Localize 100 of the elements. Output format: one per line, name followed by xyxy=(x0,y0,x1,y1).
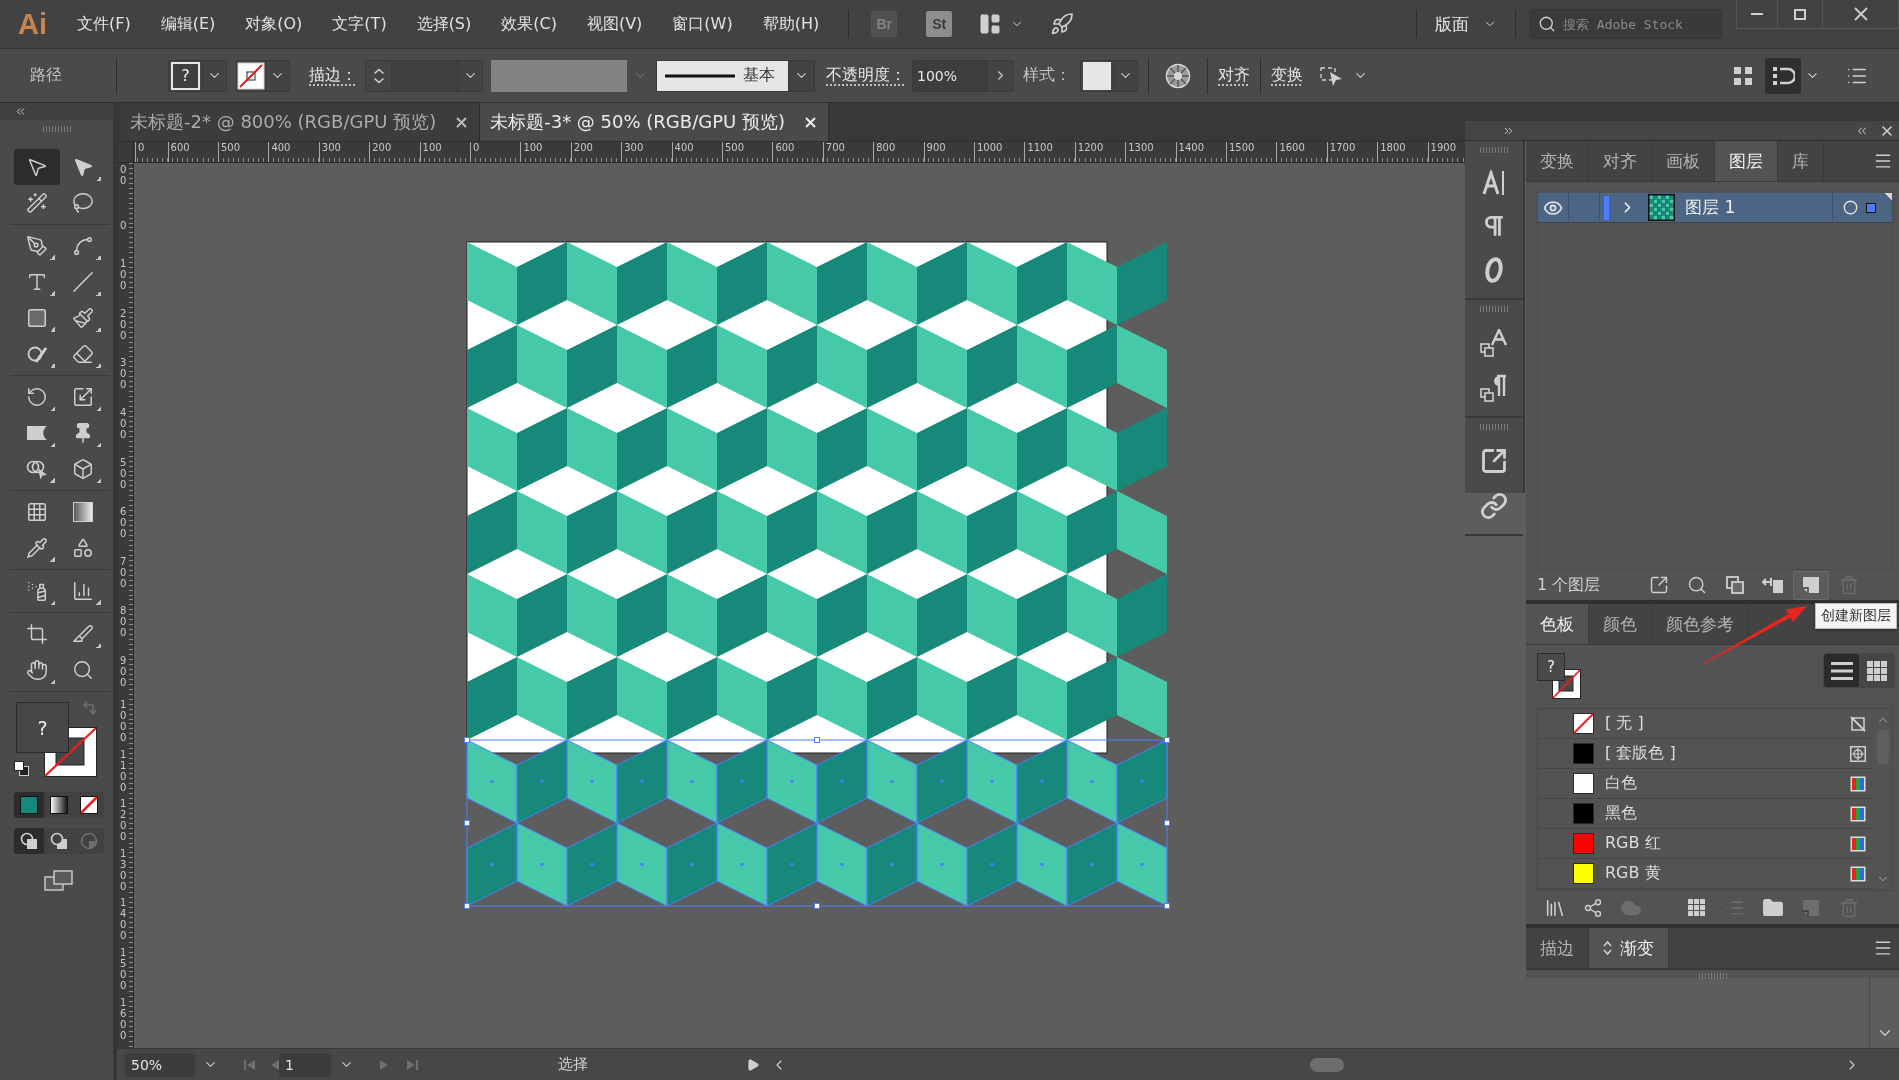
panel-tab[interactable]: 渐变 xyxy=(1589,928,1669,968)
circles-pointer-icon xyxy=(26,458,48,480)
artboard-field[interactable]: 1 xyxy=(279,1052,331,1077)
search-icon xyxy=(1538,15,1556,33)
export-icon xyxy=(1649,575,1669,595)
menu-item[interactable]: 文件(F) xyxy=(62,7,146,41)
panel-tab[interactable]: 变换 xyxy=(1526,141,1589,181)
panel-tab[interactable]: 库 xyxy=(1778,141,1824,181)
ruler-label: 800 xyxy=(873,142,896,162)
crop-marks-icon xyxy=(26,623,48,645)
none-mode-swatch xyxy=(80,796,98,814)
link-icon[interactable] xyxy=(1480,492,1508,520)
lasso-icon xyxy=(72,192,94,214)
spray-can-icon xyxy=(26,580,48,602)
tool-button[interactable] xyxy=(14,149,60,185)
swatch-name[interactable]: [ 套版色 ] xyxy=(1605,743,1676,764)
layer-row[interactable]: 图层 1 xyxy=(1538,193,1892,223)
rectangle-icon xyxy=(26,307,48,329)
swatch-name[interactable]: 白色 xyxy=(1605,773,1637,794)
brush-dropdown[interactable]: 基本 xyxy=(657,60,788,91)
selection-type-label: 路径 xyxy=(30,65,62,86)
menu-item[interactable]: 编辑(E) xyxy=(145,7,231,41)
fill-swatch[interactable]: ? xyxy=(16,702,69,753)
selection-bounding-box[interactable] xyxy=(464,737,1170,909)
document-tab[interactable]: 未标题-3* @ 50% (RGB/GPU 预览) xyxy=(480,103,829,141)
view-button[interactable] xyxy=(1824,654,1859,687)
menu-item[interactable]: 窗口(W) xyxy=(657,7,748,41)
rocket-icon[interactable] xyxy=(1050,12,1075,36)
align-link[interactable]: 对齐 xyxy=(1218,65,1250,86)
draw-behind-icon xyxy=(50,832,68,850)
document-tab[interactable]: 未标题-2* @ 800% (RGB/GPU 预览) xyxy=(120,103,481,141)
swatch-name[interactable]: RGB 黄 xyxy=(1605,863,1661,884)
fill-swatch[interactable]: ? xyxy=(171,61,200,90)
new-page-icon xyxy=(1802,576,1820,594)
up-down-arrows-icon[interactable] xyxy=(1603,940,1612,956)
swatch-name[interactable]: 黑色 xyxy=(1605,803,1637,824)
width-profile-field[interactable] xyxy=(491,59,627,92)
swatch-name[interactable]: RGB 红 xyxy=(1605,833,1661,854)
panel-tab[interactable]: 图层 xyxy=(1715,141,1778,181)
stroke-link[interactable]: 描边： xyxy=(309,65,357,86)
ruler-label: 00 xyxy=(120,164,128,187)
collapse-icon[interactable] xyxy=(14,105,27,118)
grid-squares-icon[interactable] xyxy=(1733,65,1753,86)
stepper-button[interactable] xyxy=(366,60,392,91)
italic-o-icon[interactable] xyxy=(1483,256,1505,284)
menu-item[interactable]: 帮助(H) xyxy=(747,7,835,41)
panel-tab[interactable]: 色板 xyxy=(1526,604,1589,644)
squares-pilcrow-icon[interactable] xyxy=(1480,374,1508,402)
selection-square-icon[interactable] xyxy=(1866,202,1876,213)
scrollbar-thumb[interactable] xyxy=(1310,1057,1344,1072)
transform-link[interactable]: 变换 xyxy=(1271,65,1303,86)
ruler-label: 0 xyxy=(135,142,145,162)
knife-icon xyxy=(72,623,94,645)
menu-item[interactable]: 选择(S) xyxy=(401,7,487,41)
spline-icon xyxy=(72,235,94,257)
ruler-label: 0 xyxy=(120,219,128,231)
toolbar-toggle-button[interactable] xyxy=(1765,57,1801,94)
ruler-label: 1500 xyxy=(1226,142,1255,162)
opacity-link[interactable]: 不透明度： xyxy=(826,65,906,86)
menu-item[interactable]: 文字(T) xyxy=(317,7,402,41)
target-circle-icon[interactable] xyxy=(1843,200,1858,215)
color-mode-button[interactable] xyxy=(14,792,44,818)
close-icon[interactable] xyxy=(456,116,468,128)
grip-handle[interactable] xyxy=(1698,973,1727,979)
workspace-switcher[interactable]: 版面 xyxy=(1431,8,1501,40)
search-field[interactable]: 搜索 Adobe Stock xyxy=(1530,9,1722,39)
panel-tab[interactable]: 对齐 xyxy=(1589,141,1652,181)
draw-normal-icon xyxy=(20,832,38,850)
draw-mode-button[interactable] xyxy=(14,828,44,854)
default-colors-icon[interactable] xyxy=(14,761,29,776)
layout-icon[interactable] xyxy=(978,12,1003,36)
footer-button[interactable] xyxy=(1793,570,1829,600)
panel-menu-icon[interactable] xyxy=(1873,938,1893,958)
fill-swatch[interactable]: ? xyxy=(1537,653,1565,681)
letter-a-icon[interactable] xyxy=(1482,170,1506,196)
style-swatch[interactable] xyxy=(1083,61,1111,90)
color-wheel-icon[interactable] xyxy=(1165,62,1191,89)
export-icon[interactable] xyxy=(1480,447,1508,475)
stroke-weight-field[interactable] xyxy=(365,59,483,92)
menu-item[interactable]: 效果(C) xyxy=(486,7,572,41)
squares-letter-a-icon[interactable] xyxy=(1480,329,1508,357)
zoom-field[interactable]: 50% xyxy=(125,1052,195,1077)
panel-tab[interactable]: 颜色 xyxy=(1589,604,1652,644)
ruler-label: 600 xyxy=(120,506,128,540)
ruler-label: 200 xyxy=(570,142,593,162)
panel-menu-icon[interactable] xyxy=(1873,151,1893,171)
menu-item[interactable]: 视图(V) xyxy=(571,7,658,41)
ruler-label: 0 xyxy=(470,142,480,162)
ruler-label: 300 xyxy=(318,142,341,162)
overlapping-rectangles-icon[interactable] xyxy=(44,870,74,892)
ruler-label: 1400 xyxy=(1175,142,1205,162)
filled-pointer-icon xyxy=(72,156,94,178)
ruler-label: 1200 xyxy=(1074,142,1104,162)
layer-name: 图层 1 xyxy=(1685,196,1736,219)
menu-item[interactable]: 对象(O) xyxy=(230,7,318,41)
swatch-name[interactable]: [ 无 ] xyxy=(1605,713,1644,734)
rgb-bars-icon xyxy=(1850,865,1866,882)
ruler-label: 1900 xyxy=(1427,142,1457,162)
play-icon[interactable] xyxy=(746,1057,760,1072)
bar-chart-icon xyxy=(72,580,94,602)
